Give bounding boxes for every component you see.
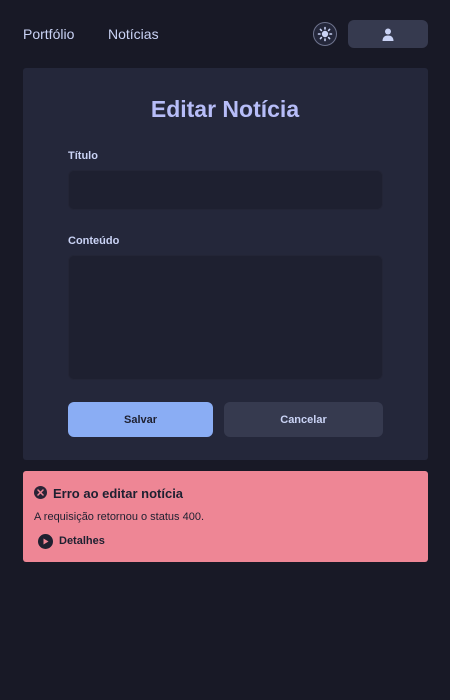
sun-icon <box>317 26 333 42</box>
cancel-button[interactable]: Cancelar <box>224 402 383 437</box>
details-toggle[interactable]: Detalhes <box>38 534 105 549</box>
details-label: Detalhes <box>59 535 105 547</box>
nav-link-news[interactable]: Notícias <box>108 26 159 42</box>
nav-link-portfolio[interactable]: Portfólio <box>23 26 74 42</box>
title-field-label: Título <box>68 150 98 162</box>
user-icon <box>382 28 394 41</box>
error-alert: Erro ao editar notícia A requisição reto… <box>23 471 428 562</box>
play-circle-icon <box>38 534 53 549</box>
content-textarea[interactable] <box>68 255 383 380</box>
top-navbar: Portfólio Notícias <box>0 0 450 68</box>
theme-toggle-button[interactable] <box>313 22 337 46</box>
user-menu-button[interactable] <box>348 20 428 48</box>
alert-title: Erro ao editar notícia <box>53 486 184 501</box>
save-button[interactable]: Salvar <box>68 402 213 437</box>
alert-message: A requisição retornou o status 400. <box>34 511 204 523</box>
close-circle-icon <box>34 486 47 499</box>
page-title: Editar Notícia <box>150 96 300 122</box>
title-input[interactable] <box>68 170 383 210</box>
content-field-label: Conteúdo <box>68 235 120 247</box>
